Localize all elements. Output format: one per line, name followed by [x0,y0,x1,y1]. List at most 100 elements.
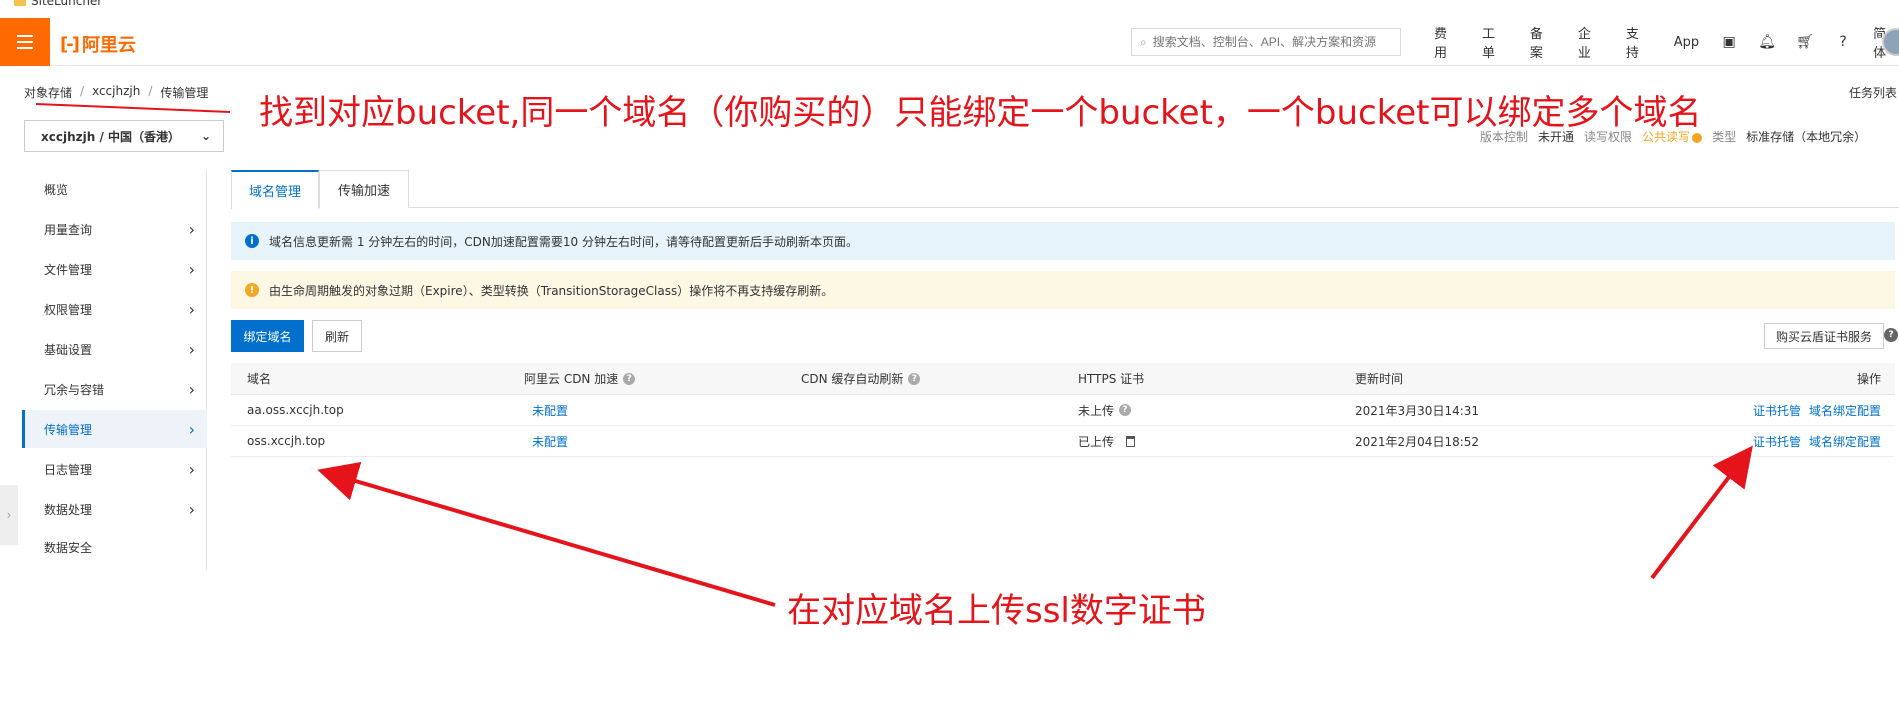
chevron-right-icon: › [188,259,195,279]
refresh-button[interactable]: 刷新 [312,320,362,352]
bucket-selector-value: xccjhzjh / 中国（香港） [41,129,181,144]
nav-ticket[interactable]: 工单 [1482,23,1508,61]
nav-app[interactable]: App [1674,35,1699,50]
warning-alert: ! 由生命周期触发的对象过期（Expire）、类型转换（TransitionSt… [231,271,1895,309]
search-box[interactable]: ⌕ [1131,28,1401,56]
col-cdn: 阿里云 CDN 加速? [524,363,636,394]
sidebar-item-transfer[interactable]: 传输管理 › [22,410,207,448]
table-row: oss.xccjh.top 未配置 已上传 2021年2月04日18:52 证书… [231,426,1895,457]
https-status: 已上传 [1078,426,1136,456]
sidebar-item-files[interactable]: 文件管理 › [22,250,207,288]
arrow-to-cert-hosting [1650,445,1753,580]
chevron-right-icon: › [188,379,195,399]
hamburger-icon [17,35,33,49]
bind-domain-button[interactable]: 绑定域名 [231,320,304,352]
bucket-selector[interactable]: xccjhzjh / 中国（香港） ⌄ [24,120,224,152]
annotation-top: 找到对应bucket,同一个域名（你购买的）只能绑定一个bucket，一个buc… [259,93,1702,133]
ops-cell: 证书托管 域名绑定配置 [1753,426,1881,456]
chevron-right-icon: › [188,419,195,439]
ops-cell: 证书托管 域名绑定配置 [1753,395,1881,425]
warning-dot-icon [1692,132,1703,143]
annotation-bottom: 在对应域名上传ssl数字证书 [787,591,1206,631]
chevron-right-icon: › [188,459,195,479]
nav-enterprise[interactable]: 企业 [1578,23,1604,61]
col-ops: 操作 [1856,372,1881,386]
table-row: aa.oss.xccjh.top 未配置 未上传? 2021年3月30日14:3… [231,395,1895,426]
breadcrumb-current: 传输管理 [160,86,209,100]
info-icon: i [245,234,259,248]
info-alert: i 域名信息更新需 1 分钟左右的时间，CDN加速配置需要10 分钟左右时间，请… [231,222,1895,260]
tab-bar: 域名管理 传输加速 [231,170,1899,209]
question-icon[interactable]: ? [1119,404,1132,416]
domain-cell: oss.xccjh.top [247,434,326,448]
cert-hosting-link[interactable]: 证书托管 [1753,433,1801,450]
help-icon[interactable]: ? [1884,328,1898,342]
info-alert-text: 域名信息更新需 1 分钟左右的时间，CDN加速配置需要10 分钟左右时间，请等待… [269,234,858,249]
domain-table: 域名 阿里云 CDN 加速? CDN 缓存自动刷新? HTTPS 证书 更新时间… [231,363,1895,457]
question-icon[interactable]: ? [908,372,921,385]
chevron-right-icon: › [188,299,195,319]
chevron-right-icon: › [188,219,195,239]
chevron-right-icon: › [6,508,12,522]
search-icon: ⌕ [1140,34,1147,49]
type-value: 标准存储（本地冗余） [1746,130,1867,144]
trash-icon[interactable] [1126,435,1136,447]
domain-binding-config-link[interactable]: 域名绑定配置 [1809,433,1881,450]
sidebar-item-data-processing[interactable]: 数据处理 › [22,490,207,528]
underline-annotation [35,103,231,113]
sidebar-item-basic-settings[interactable]: 基础设置 › [22,330,207,368]
https-status: 未上传? [1078,395,1132,425]
task-list-link[interactable]: 任务列表 [1849,84,1897,101]
tab-transfer-acceleration[interactable]: 传输加速 [319,170,409,208]
sidebar-item-data-security[interactable]: 数据安全 [22,528,207,566]
col-https: HTTPS 证书 [1078,372,1145,386]
top-nav: 费用 工单 备案 企业 支持 App ▣ 🔔︎ 🛒︎ ? 简体 [1434,18,1899,66]
help-icon[interactable]: ? [1835,34,1851,50]
menu-button[interactable] [0,18,50,66]
warning-icon: ! [245,283,259,297]
chevron-right-icon: › [188,339,195,359]
search-input[interactable] [1152,35,1383,49]
col-updated: 更新时间 [1355,372,1404,386]
buy-cert-button[interactable]: 购买云盾证书服务 [1764,323,1884,349]
sidebar-item-redundancy[interactable]: 冗余与容错 › [22,370,207,408]
folder-icon [14,0,26,6]
tab-domain-management[interactable]: 域名管理 [231,170,319,209]
col-domain: 域名 [247,372,272,386]
cdn-config-link[interactable]: 未配置 [532,426,568,456]
bell-icon[interactable]: 🔔︎ [1758,34,1776,50]
domain-cell: aa.oss.xccjh.top [247,403,344,417]
domain-binding-config-link[interactable]: 域名绑定配置 [1809,402,1881,419]
cart-icon[interactable]: 🛒︎ [1796,34,1814,50]
nav-support[interactable]: 支持 [1626,23,1652,61]
type-label: 类型 [1712,130,1737,144]
col-cdn-refresh: CDN 缓存自动刷新? [801,363,921,394]
nav-icp[interactable]: 备案 [1530,23,1556,61]
sidebar-collapse-handle[interactable]: › [0,485,18,545]
sidebar-item-logs[interactable]: 日志管理 › [22,450,207,488]
nav-billing[interactable]: 费用 [1434,23,1460,61]
sidebar-item-permissions[interactable]: 权限管理 › [22,290,207,328]
breadcrumb: 对象存储 / xccjhzjh / 传输管理 [24,84,209,101]
sidebar-item-overview[interactable]: 概览 [22,170,207,208]
chevron-down-icon: ⌄ [200,129,211,143]
bookmarks-bar: SiteLuncher [0,0,1899,8]
question-icon[interactable]: ? [623,372,636,385]
updated-cell: 2021年3月30日14:31 [1355,403,1480,418]
brand-name: 阿里云 [81,35,136,56]
chevron-right-icon: › [188,499,195,519]
cdn-config-link[interactable]: 未配置 [532,395,568,425]
aliyun-logo-icon: [-] [60,33,80,55]
table-header: 域名 阿里云 CDN 加速? CDN 缓存自动刷新? HTTPS 证书 更新时间… [231,363,1895,395]
breadcrumb-oss[interactable]: 对象存储 [24,84,72,101]
breadcrumb-bucket[interactable]: xccjhzjh [92,84,140,101]
sidebar-item-usage[interactable]: 用量查询 › [22,210,207,248]
brand-logo[interactable]: [-] 阿里云 [60,31,136,57]
warning-alert-text: 由生命周期触发的对象过期（Expire）、类型转换（TransitionStor… [269,283,834,298]
terminal-icon[interactable]: ▣ [1721,34,1737,50]
arrow-to-domain [317,461,776,607]
sidebar: 概览 用量查询 › 文件管理 › 权限管理 › 基础设置 › 冗余与容错 › 传输管理 › … [22,170,207,570]
updated-cell: 2021年2月04日18:52 [1355,434,1480,449]
cert-hosting-link[interactable]: 证书托管 [1753,402,1801,419]
bookmark-item[interactable]: SiteLuncher [14,0,102,8]
